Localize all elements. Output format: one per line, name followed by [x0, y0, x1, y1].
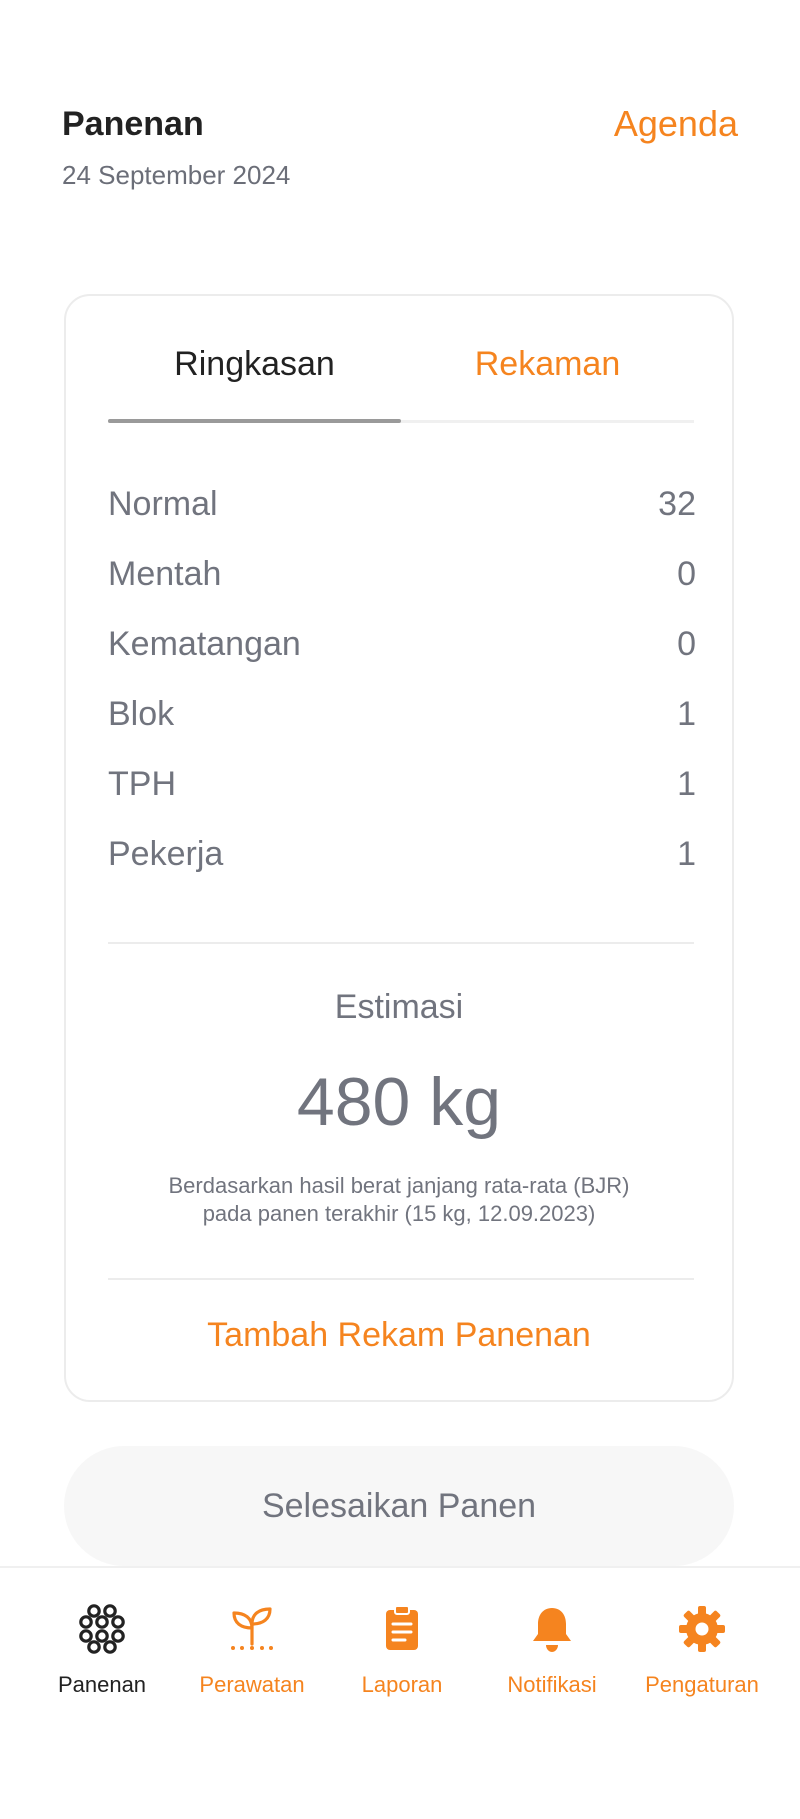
estimate-note-line-2: pada panen terakhir (15 kg, 12.09.2023) [202, 1201, 596, 1226]
estimate-note: Berdasarkan hasil berat janjang rata-rat… [106, 1172, 692, 1228]
stat-value: 1 [677, 765, 696, 803]
tab-rekaman[interactable]: Rekaman [401, 340, 694, 388]
stat-row-pekerja: Pekerja 1 [108, 830, 696, 900]
stat-value: 0 [677, 555, 696, 593]
agenda-link[interactable]: Agenda [614, 100, 738, 148]
add-harvest-record-button[interactable]: Tambah Rekam Panenan [66, 1316, 732, 1355]
clipboard-icon [386, 1605, 418, 1650]
tab-active-indicator [108, 419, 401, 423]
finish-harvest-button[interactable]: Selesaikan Panen [64, 1446, 734, 1566]
summary-stats: Normal 32 Mentah 0 Kematangan 0 Blok 1 T… [108, 480, 696, 900]
stat-value: 0 [677, 625, 696, 663]
stat-label: TPH [108, 765, 176, 803]
gear-icon [679, 1606, 725, 1652]
harvest-summary-card: Ringkasan Rekaman Normal 32 Mentah 0 Kem… [64, 294, 734, 1402]
stat-label: Blok [108, 695, 175, 733]
page-header: Panenan 24 September 2024 Agenda [62, 100, 738, 191]
nav-item-pengaturan[interactable]: Pengaturan [622, 1602, 782, 1698]
tab-bar: Ringkasan Rekaman [108, 296, 694, 424]
stat-value: 1 [677, 695, 696, 733]
stat-row-blok: Blok 1 [108, 690, 696, 760]
stat-value: 1 [677, 835, 696, 873]
estimate-note-line-1: Berdasarkan hasil berat janjang rata-rat… [168, 1173, 630, 1198]
nav-item-laporan[interactable]: Laporan [322, 1602, 482, 1698]
nav-label: Laporan [361, 1672, 443, 1697]
page-date: 24 September 2024 [62, 160, 291, 190]
nav-item-perawatan[interactable]: Perawatan [172, 1602, 332, 1698]
divider [108, 942, 694, 944]
nav-label: Panenan [57, 1672, 147, 1697]
stat-label: Normal [108, 485, 218, 523]
stat-row-tph: TPH 1 [108, 760, 696, 830]
divider [108, 1278, 694, 1280]
bottom-navigation: Panenan Perawatan Laporan Notifikasi Pen… [0, 1566, 800, 1819]
nav-label: Perawatan [199, 1672, 305, 1697]
nav-label: Pengaturan [645, 1672, 759, 1697]
nav-item-notifikasi[interactable]: Notifikasi [472, 1602, 632, 1698]
nav-label: Notifikasi [507, 1672, 597, 1697]
sprout-icon [231, 1607, 273, 1650]
stat-value: 32 [658, 485, 696, 523]
stat-label: Mentah [108, 555, 222, 593]
estimate-value: 480 kg [296, 1064, 502, 1140]
stat-row-mentah: Mentah 0 [108, 550, 696, 620]
tab-ringkasan[interactable]: Ringkasan [108, 340, 401, 388]
stat-label: Kematangan [108, 625, 301, 663]
estimate-label: Estimasi [334, 988, 464, 1026]
stat-row-normal: Normal 32 [108, 480, 696, 550]
harvest-icon [79, 1604, 125, 1654]
nav-item-panenan[interactable]: Panenan [22, 1602, 182, 1698]
bell-icon [533, 1608, 571, 1652]
stat-label: Pekerja [108, 835, 224, 873]
stat-row-kematangan: Kematangan 0 [108, 620, 696, 690]
